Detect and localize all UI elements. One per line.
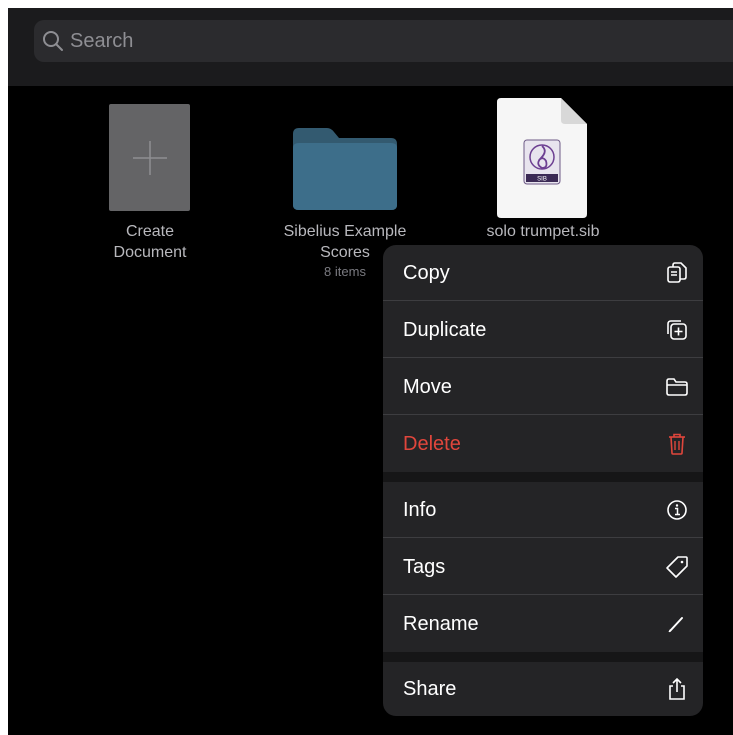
search-field[interactable] (34, 20, 733, 62)
share-label: Share (403, 677, 457, 700)
menu-group-divider-2 (383, 652, 703, 662)
menu-item-share[interactable]: Share (383, 662, 703, 716)
create-document-label: Create Document (80, 221, 220, 263)
share-icon (665, 677, 689, 701)
trash-icon (665, 432, 689, 456)
context-menu: Copy Duplicate Move Delete Info Tags Ren… (383, 245, 703, 716)
menu-item-info[interactable]: Info (383, 482, 703, 538)
file-name: solo trumpet.sib (486, 223, 600, 240)
info-icon (665, 498, 689, 522)
delete-label: Delete (403, 432, 461, 455)
folder-outline-icon (665, 375, 689, 399)
copy-icon (665, 261, 689, 285)
duplicate-label: Duplicate (403, 318, 487, 341)
create-label-line2: Document (113, 244, 187, 261)
info-label: Info (403, 498, 437, 521)
rename-label: Rename (403, 612, 479, 635)
create-label-line1: Create (125, 223, 175, 240)
search-icon (43, 31, 63, 51)
tags-label: Tags (403, 555, 446, 578)
menu-item-delete[interactable]: Delete (383, 416, 703, 472)
menu-item-copy[interactable]: Copy (383, 245, 703, 301)
file-label: solo trumpet.sib (463, 221, 623, 242)
menu-item-tags[interactable]: Tags (383, 539, 703, 595)
tag-icon (665, 555, 689, 579)
menu-item-move[interactable]: Move (383, 359, 703, 415)
files-browser: Create Document Sibelius Example Scores … (8, 8, 733, 735)
menu-group-divider (383, 472, 703, 482)
search-input[interactable] (70, 29, 670, 53)
folder-icon[interactable] (291, 126, 399, 211)
duplicate-icon (665, 318, 689, 342)
top-bar (8, 8, 733, 86)
menu-item-duplicate[interactable]: Duplicate (383, 302, 703, 358)
move-label: Move (403, 375, 452, 398)
create-document-button[interactable] (109, 104, 190, 211)
menu-item-rename[interactable]: Rename (383, 596, 703, 652)
file-badge-text: SIB (537, 177, 547, 183)
copy-label: Copy (403, 261, 450, 284)
plus-icon (132, 140, 167, 175)
folder-label-line1: Sibelius Example (283, 223, 407, 240)
pencil-icon (665, 612, 689, 636)
sib-file-icon[interactable]: SIB (495, 96, 589, 220)
